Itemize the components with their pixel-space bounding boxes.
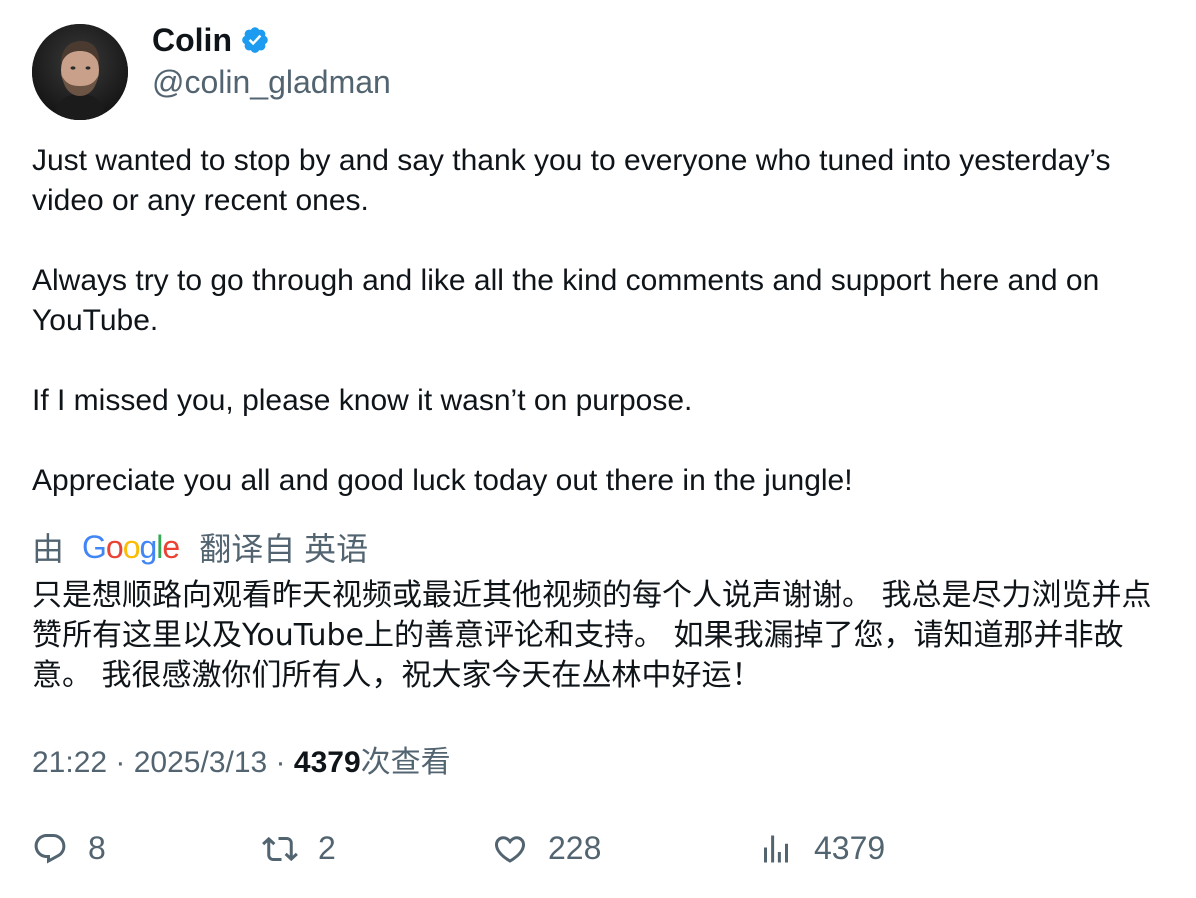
repost-icon — [262, 836, 298, 861]
avatar-image — [32, 24, 128, 120]
tweet-paragraph: Always try to go through and like all th… — [32, 264, 1100, 337]
tweet-meta: 21:22 · 2025/3/13 · 4379次查看 — [32, 743, 451, 783]
reply-count: 8 — [88, 830, 106, 866]
verified-badge-icon — [242, 27, 268, 53]
analytics-button[interactable]: 4379 — [758, 830, 885, 867]
translation-source-language: 翻译自 英语 — [199, 531, 369, 567]
tweet-text: Just wanted to stop by and say thank you… — [32, 141, 1167, 501]
action-bar: 8 2 228 4379 — [0, 830, 1196, 874]
google-logo-letter: e — [162, 528, 180, 565]
analytics-icon — [764, 835, 788, 862]
google-logo-letter: o — [105, 528, 124, 565]
tweet-time[interactable]: 21:22 — [32, 746, 107, 779]
translated-text: 只是想顺路向观看昨天视频或最近其他视频的每个人说声谢谢。 我总是尽力浏览并点赞所… — [32, 578, 1152, 693]
translation-prefix: 由 — [32, 531, 65, 567]
reply-icon — [34, 833, 66, 864]
google-logo: Google — [82, 528, 180, 566]
google-logo-letter: G — [82, 528, 107, 565]
meta-separator: · — [107, 746, 134, 779]
avatar[interactable] — [32, 24, 128, 120]
author-handle[interactable]: @colin_gladman — [152, 62, 391, 102]
translation-attribution[interactable]: 由 Google 翻译自 英语 — [32, 527, 369, 568]
analytics-count: 4379 — [814, 830, 886, 866]
google-logo-letter: o — [122, 528, 141, 565]
repost-count: 2 — [318, 830, 336, 866]
like-count: 228 — [548, 830, 602, 866]
reply-button[interactable]: 8 — [32, 830, 106, 867]
heart-icon — [494, 835, 526, 863]
tweet-paragraph: If I missed you, please know it wasn’t o… — [32, 384, 693, 417]
tweet-paragraph: Just wanted to stop by and say thank you… — [32, 144, 1111, 217]
repost-button[interactable]: 2 — [262, 830, 336, 867]
tweet-date[interactable]: 2025/3/13 — [134, 746, 267, 779]
view-count-label: 次查看 — [360, 746, 451, 779]
author-name-row[interactable]: Colin — [152, 20, 270, 60]
google-logo-letter: g — [139, 528, 158, 565]
author-name[interactable]: Colin — [152, 20, 232, 60]
tweet-paragraph: Appreciate you all and good luck today o… — [32, 464, 853, 497]
like-button[interactable]: 228 — [492, 830, 601, 867]
view-count: 4379 — [293, 746, 361, 779]
meta-separator: · — [267, 746, 294, 779]
